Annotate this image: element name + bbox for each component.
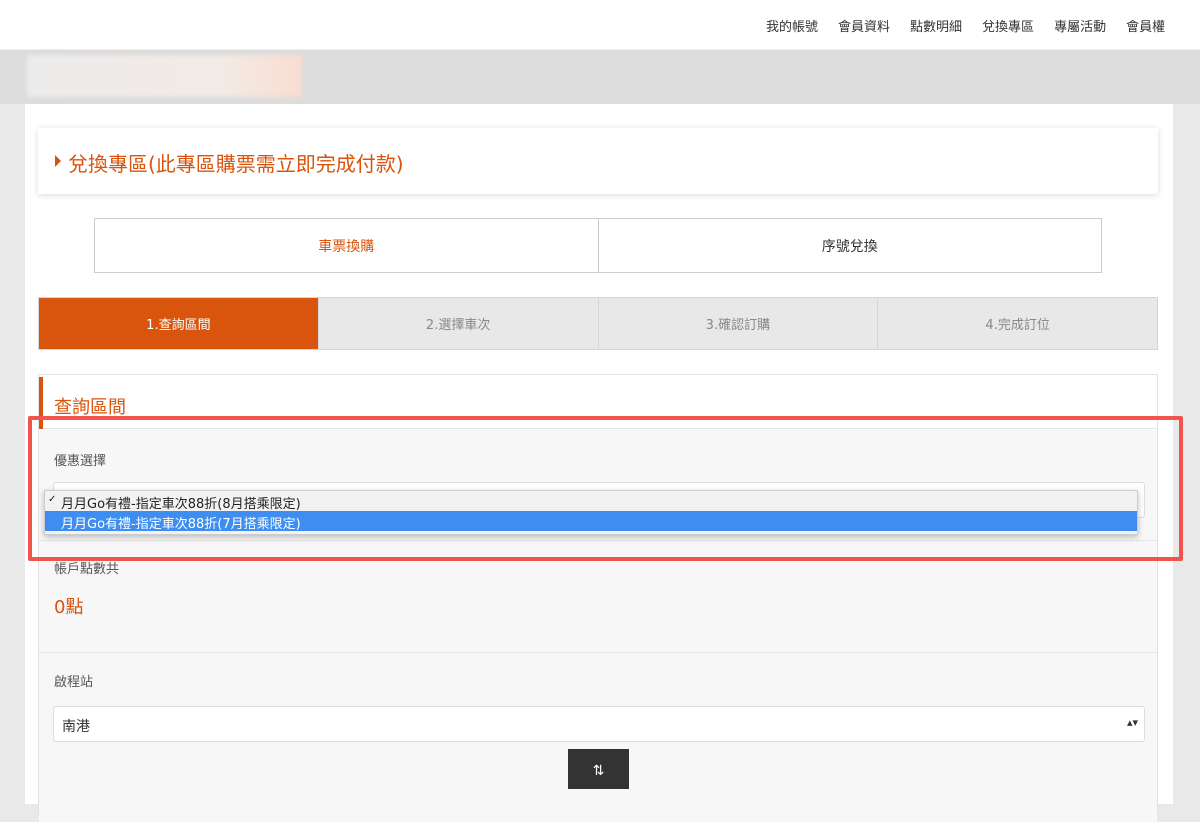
departure-select[interactable]: 南港 ▴▾ (53, 706, 1145, 742)
select-arrows-icon: ▴▾ (1126, 716, 1138, 729)
tab-ticket-exchange[interactable]: 車票換購 (95, 219, 598, 272)
nav-member-info[interactable]: 會員資料 (838, 16, 890, 35)
step-3: 3.確認訂購 (597, 298, 878, 349)
page-title: 兌換專區(此專區購票需立即完成付款) (68, 152, 404, 176)
nav-member-rights[interactable]: 會員權 (1126, 16, 1165, 35)
departure-group: 啟程站 南港 ▴▾ (39, 652, 1157, 822)
step-4: 4.完成訂位 (877, 298, 1157, 349)
step-1: 1.查詢區間 (39, 298, 318, 349)
annotation-highlight-box (28, 416, 1183, 561)
header-band (0, 50, 1200, 104)
swap-vertical-icon: ⇅ (592, 763, 605, 779)
departure-value: 南港 (62, 719, 90, 735)
nav-exclusive-events[interactable]: 專屬活動 (1054, 16, 1106, 35)
tabs: 車票換購 序號兌換 (94, 218, 1102, 273)
nav-redeem-zone[interactable]: 兌換專區 (982, 16, 1034, 35)
top-nav: 我的帳號 會員資料 點數明細 兌換專區 專屬活動 會員權 (0, 0, 1200, 50)
step-indicator: 1.查詢區間 2.選擇車次 3.確認訂購 4.完成訂位 (38, 297, 1158, 350)
points-value: 0點 (54, 597, 84, 618)
swap-stations-button[interactable]: ⇅ (568, 749, 629, 789)
title-card: 兌換專區(此專區購票需立即完成付款) (38, 128, 1158, 194)
tab-serial-redeem[interactable]: 序號兌換 (597, 219, 1102, 272)
step-2: 2.選擇車次 (317, 298, 598, 349)
nav-points-detail[interactable]: 點數明細 (910, 16, 962, 35)
logo (27, 55, 302, 97)
triangle-icon (55, 155, 61, 167)
nav-my-account[interactable]: 我的帳號 (766, 16, 818, 35)
departure-label: 啟程站 (54, 675, 94, 690)
